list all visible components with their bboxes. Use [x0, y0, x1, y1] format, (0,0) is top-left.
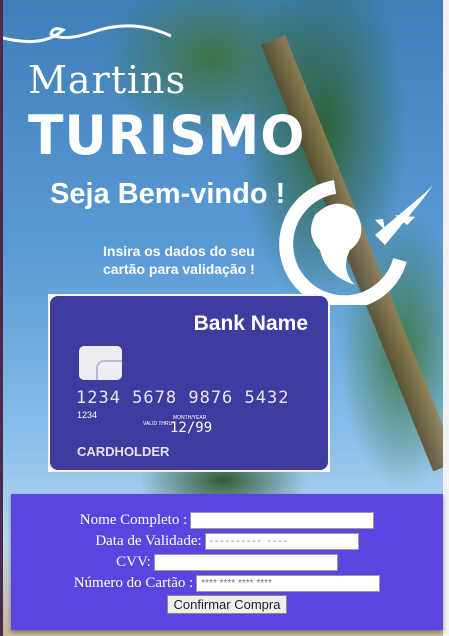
- brand-turismo: TURISMO: [28, 104, 306, 168]
- expiry-date-input[interactable]: [204, 533, 359, 550]
- payment-form: Nome Completo : Data de Validade: CVV: N…: [11, 494, 443, 630]
- globe-airplane-icon: [279, 180, 433, 305]
- swoosh-decoration-icon: [3, 24, 172, 44]
- chip-icon: [79, 346, 122, 380]
- credit-card-image: Bank Name 1234 5678 9876 5432 1234 VALID…: [48, 294, 330, 472]
- brand-martins: Martins: [28, 58, 187, 102]
- card-small-number: 1234: [77, 410, 98, 420]
- right-edge: [443, 0, 449, 636]
- cvv-label: CVV:: [116, 554, 151, 570]
- card-number-display: 1234 5678 9876 5432: [76, 388, 290, 408]
- name-input[interactable]: [190, 512, 375, 529]
- card-expiry: 12/99: [170, 420, 213, 436]
- valid-thru-label: VALID THRU: [143, 421, 173, 427]
- cvv-input[interactable]: [153, 554, 338, 571]
- date-label: Data de Validade:: [95, 533, 202, 549]
- cardholder-name: CARDHOLDER: [77, 444, 170, 459]
- welcome-heading: Seja Bem-vindo !: [50, 178, 286, 210]
- bank-name: Bank Name: [193, 312, 308, 335]
- credit-card: Bank Name 1234 5678 9876 5432 1234 VALID…: [50, 296, 328, 470]
- name-label: Nome Completo :: [79, 512, 188, 528]
- card-number-label: Número do Cartão :: [73, 575, 194, 591]
- confirm-purchase-button[interactable]: Confirmar Compra: [166, 595, 288, 614]
- card-number-input[interactable]: [196, 575, 381, 592]
- instruction-text: Insira os dados do seu cartão para valid…: [103, 243, 255, 277]
